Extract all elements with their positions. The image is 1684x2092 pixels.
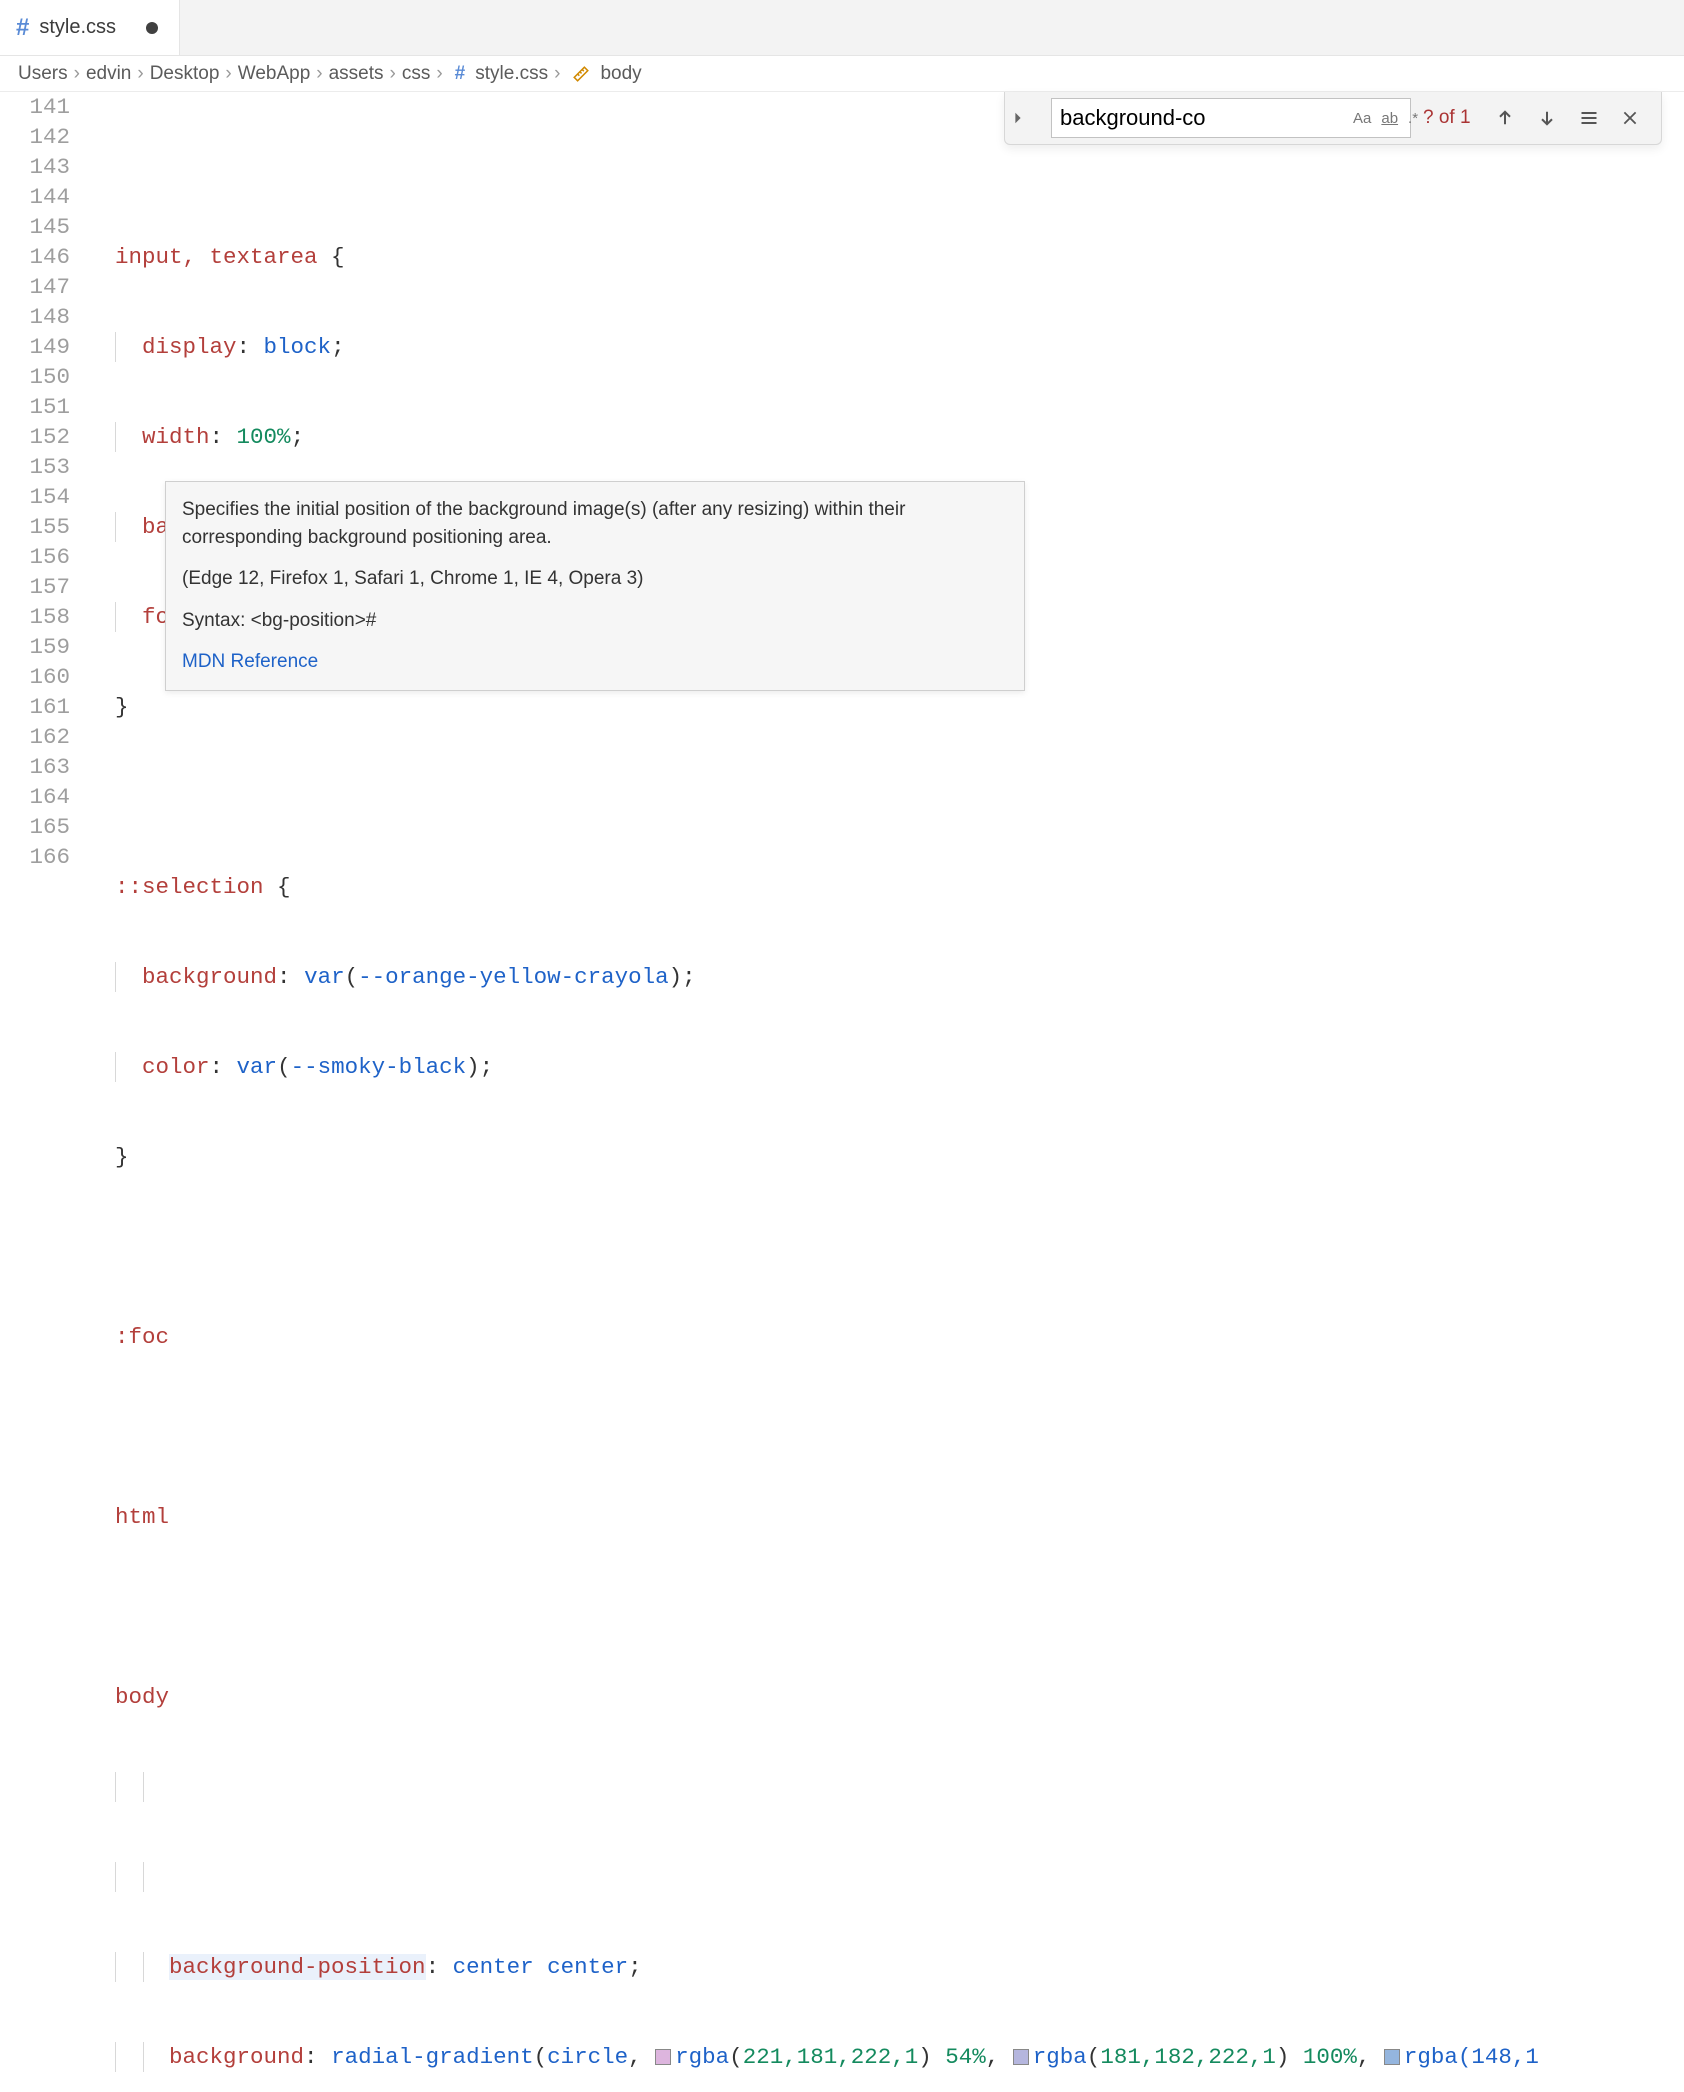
color-swatch-icon[interactable]: [655, 2049, 671, 2065]
crumb-desktop[interactable]: Desktop: [150, 63, 220, 85]
hover-compat: (Edge 12, Firefox 1, Safari 1, Chrome 1,…: [182, 565, 1008, 593]
line-number: 146: [0, 242, 70, 272]
line-number: 158: [0, 602, 70, 632]
crumb-webapp[interactable]: WebApp: [238, 63, 311, 85]
code-line: ::selection {: [115, 872, 1684, 902]
line-number: 154: [0, 482, 70, 512]
code-line: width: 100%;: [115, 422, 1684, 452]
line-number: 157: [0, 572, 70, 602]
code-line: background: var(--orange-yellow-crayola)…: [115, 962, 1684, 992]
symbol-ruler-icon: [572, 65, 590, 83]
crumb-css[interactable]: css: [402, 63, 431, 85]
code-line: background-position: center center;: [115, 1952, 1684, 1982]
mdn-reference-link[interactable]: MDN Reference: [182, 651, 318, 672]
code-line: [115, 782, 1684, 812]
line-number-gutter: 1411421431441451461471481491501511521531…: [0, 92, 90, 872]
code-line: [115, 1862, 1684, 1892]
line-number: 160: [0, 662, 70, 692]
code-line: [115, 1412, 1684, 1442]
code-line: [115, 152, 1684, 182]
chevron-right-icon: ›: [74, 63, 80, 85]
line-number: 153: [0, 452, 70, 482]
line-number: 141: [0, 92, 70, 122]
line-number: 143: [0, 152, 70, 182]
line-number: 147: [0, 272, 70, 302]
chevron-right-icon: ›: [436, 63, 442, 85]
code-line: display: block;: [115, 332, 1684, 362]
code-line: [115, 1232, 1684, 1262]
code-line: background: radial-gradient(circle, rgba…: [115, 2042, 1684, 2072]
hover-syntax: Syntax: <bg-position>#: [182, 607, 1008, 635]
chevron-right-icon: ›: [316, 63, 322, 85]
line-number: 144: [0, 182, 70, 212]
line-number: 150: [0, 362, 70, 392]
hover-description: Specifies the initial position of the ba…: [182, 496, 1008, 551]
crumb-symbol[interactable]: body: [600, 63, 641, 85]
line-number: 156: [0, 542, 70, 572]
tab-style-css[interactable]: # style.css: [0, 0, 180, 55]
line-number: 148: [0, 302, 70, 332]
line-number: 161: [0, 692, 70, 722]
line-number: 164: [0, 782, 70, 812]
crumb-assets[interactable]: assets: [329, 63, 384, 85]
code-line: [115, 1772, 1684, 1802]
code-editor[interactable]: 1411421431441451461471481491501511521531…: [0, 92, 1684, 2092]
hover-tooltip: Specifies the initial position of the ba…: [165, 481, 1025, 691]
line-number: 151: [0, 392, 70, 422]
line-number: 149: [0, 332, 70, 362]
code-line: [115, 1592, 1684, 1622]
color-swatch-icon[interactable]: [1013, 2049, 1029, 2065]
code-line: }: [115, 692, 1684, 722]
crumb-edvin[interactable]: edvin: [86, 63, 131, 85]
chevron-right-icon: ›: [137, 63, 143, 85]
tab-title: style.css: [39, 16, 116, 39]
line-number: 152: [0, 422, 70, 452]
code-line: input, textarea {: [115, 242, 1684, 272]
line-number: 165: [0, 812, 70, 842]
line-number: 166: [0, 842, 70, 872]
code-content[interactable]: input, textarea { display: block; width:…: [115, 92, 1684, 2092]
breadcrumb: Users › edvin › Desktop › WebApp › asset…: [0, 56, 1684, 92]
line-number: 145: [0, 212, 70, 242]
chevron-right-icon: ›: [554, 63, 560, 85]
line-number: 159: [0, 632, 70, 662]
line-number: 155: [0, 512, 70, 542]
code-line: color: var(--smoky-black);: [115, 1052, 1684, 1082]
code-line: :foc: [115, 1322, 1684, 1352]
chevron-right-icon: ›: [390, 63, 396, 85]
line-number: 163: [0, 752, 70, 782]
chevron-right-icon: ›: [225, 63, 231, 85]
css-file-icon: #: [455, 63, 466, 85]
crumb-users[interactable]: Users: [18, 63, 68, 85]
code-line: html: [115, 1502, 1684, 1532]
code-line: body: [115, 1682, 1684, 1712]
line-number: 162: [0, 722, 70, 752]
color-swatch-icon[interactable]: [1384, 2049, 1400, 2065]
line-number: 142: [0, 122, 70, 152]
crumb-file[interactable]: style.css: [475, 63, 548, 85]
css-file-icon: #: [16, 14, 29, 42]
code-line: }: [115, 1142, 1684, 1172]
modified-indicator-icon: [146, 22, 158, 34]
tab-bar: # style.css: [0, 0, 1684, 56]
